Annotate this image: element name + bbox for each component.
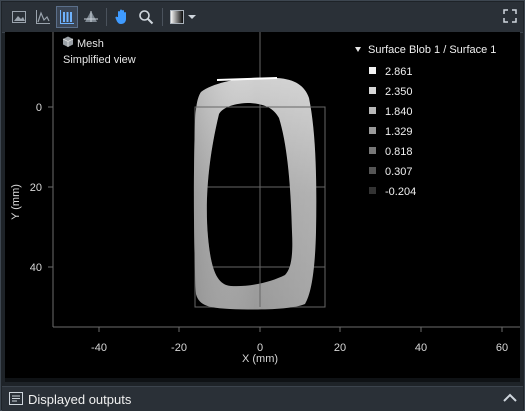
x-axis-label: X (mm) bbox=[242, 353, 278, 365]
3d-view-icon[interactable] bbox=[80, 6, 102, 28]
displayed-outputs-label: Displayed outputs bbox=[28, 392, 132, 407]
legend-swatch bbox=[369, 147, 376, 154]
chevron-up-icon[interactable] bbox=[502, 391, 518, 410]
mesh-cube-icon bbox=[62, 36, 74, 47]
displayed-outputs-bar[interactable]: Displayed outputs bbox=[2, 386, 523, 411]
legend-swatch bbox=[369, 167, 376, 174]
line-profile-icon[interactable] bbox=[32, 6, 54, 28]
legend-value: 2.861 bbox=[385, 66, 413, 78]
list-icon bbox=[9, 392, 23, 410]
image-icon[interactable] bbox=[8, 6, 30, 28]
legend-value: 1.329 bbox=[385, 126, 413, 138]
x-tick-label: -20 bbox=[171, 342, 187, 354]
x-tick-label: 60 bbox=[496, 342, 508, 354]
y-tick-label: 20 bbox=[30, 182, 42, 194]
surface-plot: -40 -20 0 20 40 60 X (mm) 0 20 40 Y (mm) bbox=[10, 32, 520, 365]
view-mode-label: Simplified view bbox=[63, 54, 136, 66]
colormap-selector[interactable] bbox=[168, 6, 200, 28]
toolbar bbox=[2, 2, 523, 33]
fullscreen-icon[interactable] bbox=[503, 9, 517, 28]
legend-value: -0.204 bbox=[385, 186, 416, 198]
legend-collapse-icon bbox=[355, 47, 361, 52]
legend-swatch bbox=[369, 87, 376, 94]
pan-hand-icon[interactable] bbox=[111, 6, 133, 28]
y-tick-label: 40 bbox=[30, 262, 42, 274]
y-axis-label: Y (mm) bbox=[10, 184, 22, 220]
mesh-label: Mesh bbox=[77, 38, 104, 50]
legend-value: 0.307 bbox=[385, 166, 413, 178]
viewer-panel: -40 -20 0 20 40 60 X (mm) 0 20 40 Y (mm) bbox=[0, 0, 525, 411]
x-tick-label: 40 bbox=[415, 342, 427, 354]
volume-view-icon[interactable] bbox=[56, 6, 78, 28]
legend-entries: 2.861 2.350 1.840 1.329 0.818 0.307 -0.204 bbox=[369, 66, 416, 198]
plot-viewport[interactable]: -40 -20 0 20 40 60 X (mm) 0 20 40 Y (mm) bbox=[5, 32, 520, 379]
horizontal-scrollbar[interactable] bbox=[5, 378, 520, 382]
legend-swatch bbox=[369, 67, 376, 74]
toolbar-separator bbox=[162, 8, 163, 26]
y-tick-label: 0 bbox=[36, 102, 42, 114]
toolbar-separator bbox=[106, 8, 107, 26]
legend-value: 2.350 bbox=[385, 86, 413, 98]
legend-title: Surface Blob 1 / Surface 1 bbox=[368, 44, 496, 56]
x-tick-label: 20 bbox=[334, 342, 346, 354]
x-tick-label: -40 bbox=[91, 342, 107, 354]
legend-value: 1.840 bbox=[385, 106, 413, 118]
legend-swatch bbox=[369, 107, 376, 114]
legend-swatch bbox=[369, 187, 376, 194]
legend-value: 0.818 bbox=[385, 146, 413, 158]
legend-swatch bbox=[369, 127, 376, 134]
zoom-icon[interactable] bbox=[135, 6, 157, 28]
